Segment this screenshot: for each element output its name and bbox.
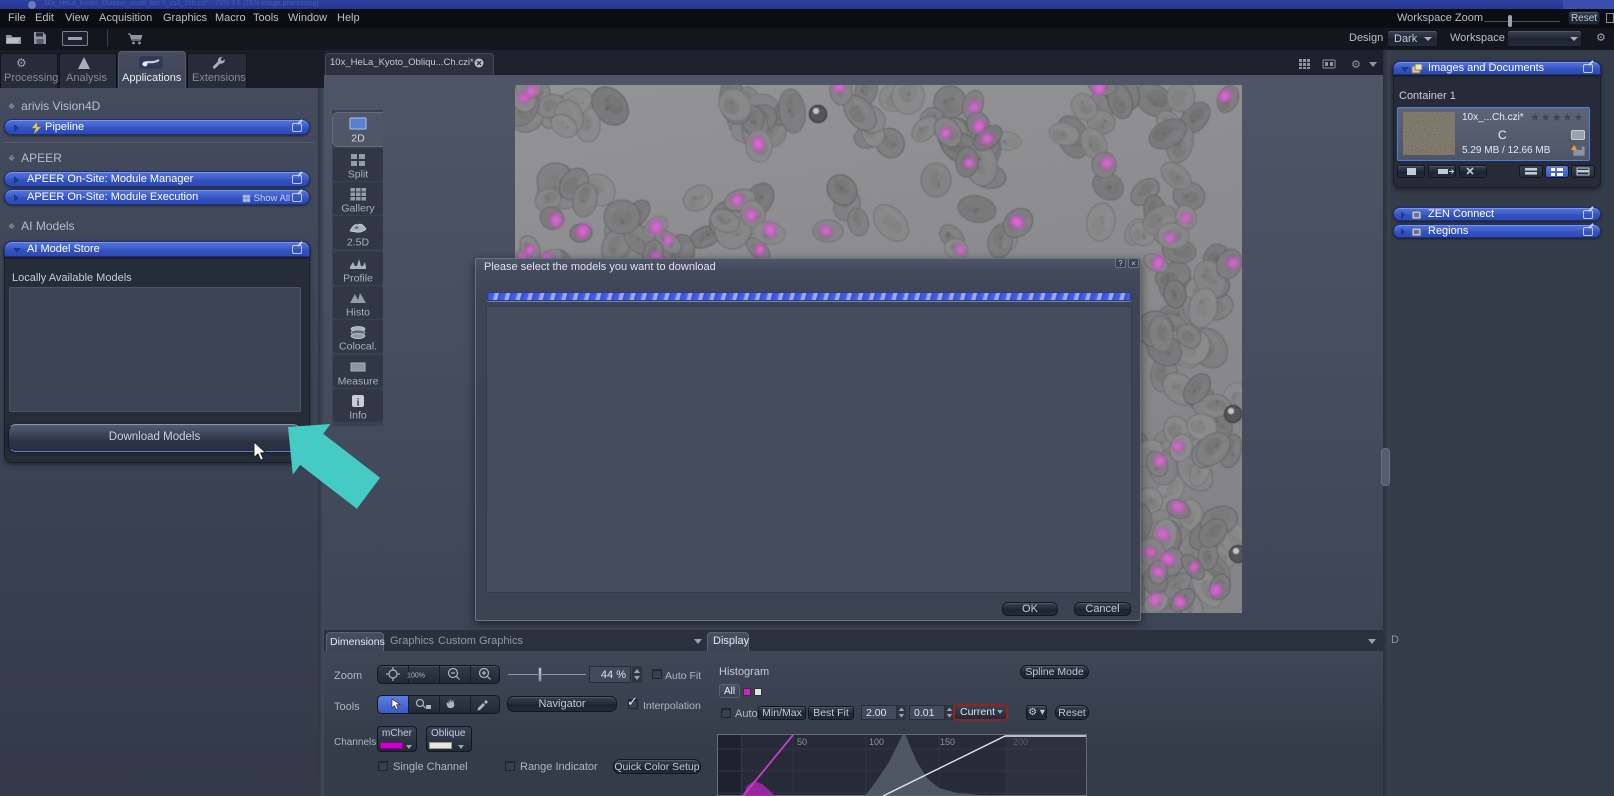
- svg-text:Measure: Measure: [338, 376, 379, 388]
- svg-text:Split: Split: [348, 169, 369, 181]
- svg-text:50: 50: [797, 737, 807, 747]
- svg-text:⚙: ⚙: [1351, 59, 1361, 70]
- svg-text:100: 100: [869, 737, 884, 747]
- svg-text:i: i: [357, 398, 360, 409]
- svg-text:Histo: Histo: [346, 307, 370, 319]
- svg-text:150: 150: [940, 737, 955, 747]
- svg-text:2D: 2D: [351, 133, 365, 145]
- svg-text:Colocal.: Colocal.: [339, 341, 377, 353]
- svg-text:Gallery: Gallery: [341, 203, 375, 215]
- svg-text:2.5D: 2.5D: [347, 237, 370, 249]
- svg-text:Profile: Profile: [343, 273, 373, 285]
- svg-text:200: 200: [1013, 737, 1028, 747]
- svg-text:100%: 100%: [407, 673, 425, 680]
